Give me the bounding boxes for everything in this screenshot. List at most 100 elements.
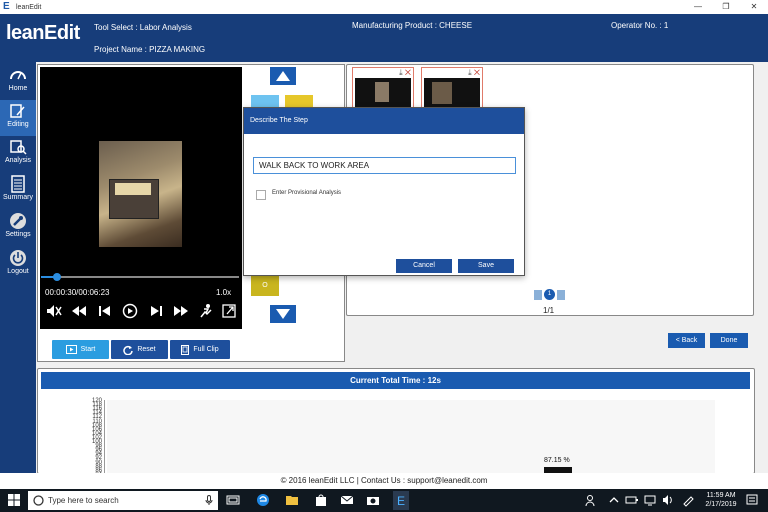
store-icon[interactable] bbox=[314, 493, 328, 507]
seek-bar-handle[interactable] bbox=[52, 273, 61, 281]
sidebar-item-label: Editing bbox=[7, 121, 29, 128]
next-page-button[interactable] bbox=[557, 289, 565, 300]
skip-back-icon[interactable] bbox=[96, 303, 114, 319]
clip-thumbnail-image bbox=[355, 78, 411, 108]
leanedit-taskbar-icon[interactable]: E bbox=[393, 491, 409, 510]
sidebar-item-analysis[interactable]: Analysis bbox=[0, 136, 36, 172]
footer: © 2016 leanEdit LLC | Contact Us : suppo… bbox=[0, 473, 768, 489]
clip-actions: ⤓ ✕ bbox=[468, 68, 480, 78]
current-total-time-header: Current Total Time : 12s bbox=[41, 372, 750, 389]
rewind-icon[interactable] bbox=[70, 303, 88, 319]
download-icon[interactable]: ⤓ bbox=[399, 68, 403, 77]
analysis-icon bbox=[10, 140, 27, 155]
video-time: 00:00:30/00:06:23 bbox=[45, 288, 110, 297]
category-o-button[interactable]: O bbox=[251, 276, 279, 296]
sidebar-item-home[interactable]: Home bbox=[0, 64, 36, 100]
done-button[interactable]: Done bbox=[710, 333, 748, 348]
clip-thumbnail-image bbox=[424, 78, 480, 108]
search-icon bbox=[33, 495, 44, 506]
product-label: Manufacturing Product : CHEESE bbox=[352, 21, 473, 30]
step-description-input[interactable]: WALK BACK TO WORK AREA bbox=[253, 157, 516, 174]
current-page[interactable]: 1 bbox=[544, 289, 555, 300]
cancel-button[interactable]: Cancel bbox=[396, 259, 452, 273]
chart-plot-area bbox=[107, 400, 715, 473]
provisional-analysis-checkbox[interactable] bbox=[256, 190, 266, 200]
speed-run-icon[interactable] bbox=[197, 303, 215, 319]
start-button[interactable]: Start bbox=[52, 340, 109, 359]
speedometer-icon bbox=[10, 71, 26, 80]
operator-label: Operator No. : 1 bbox=[611, 21, 669, 30]
file-explorer-icon[interactable] bbox=[285, 493, 299, 507]
sidebar-item-editing[interactable]: Editing bbox=[0, 100, 36, 136]
move-up-button[interactable] bbox=[270, 67, 296, 85]
page-indicator: 1/1 bbox=[543, 306, 555, 315]
taskbar: Type here to search E 11:59 AM 2/17/2019 bbox=[0, 489, 768, 512]
clip-actions: ⤓ ✕ bbox=[399, 68, 411, 78]
delete-icon[interactable]: ✕ bbox=[405, 68, 411, 77]
network-icon[interactable] bbox=[643, 493, 657, 507]
clock-date: 2/17/2019 bbox=[705, 501, 737, 508]
clip-icon bbox=[181, 344, 190, 355]
sidebar-item-label: Summary bbox=[3, 194, 33, 201]
clip-thumbnail[interactable]: ⤓ ✕ bbox=[421, 67, 483, 109]
seek-bar[interactable] bbox=[41, 273, 239, 281]
delete-icon[interactable]: ✕ bbox=[474, 68, 480, 77]
tool-select-label: Tool Select : Labor Analysis bbox=[94, 23, 192, 32]
sidebar-item-label: Logout bbox=[7, 268, 29, 275]
brand-logo-text: leanEdit bbox=[6, 22, 80, 44]
document-icon bbox=[11, 175, 25, 193]
sidebar-item-logout[interactable]: Logout bbox=[0, 247, 36, 283]
app-logo-icon: E bbox=[3, 1, 10, 12]
reset-button[interactable]: Reset bbox=[111, 340, 168, 359]
pen-icon[interactable] bbox=[681, 493, 695, 507]
battery-icon[interactable] bbox=[625, 493, 639, 507]
edge-browser-icon[interactable] bbox=[256, 493, 270, 507]
volume-icon[interactable] bbox=[661, 493, 675, 507]
reset-button-label: Reset bbox=[137, 346, 156, 353]
play-screen-icon bbox=[65, 345, 77, 354]
people-icon[interactable] bbox=[585, 493, 599, 507]
video-frame-pans bbox=[115, 183, 151, 195]
sidebar-item-settings[interactable]: Settings bbox=[0, 210, 36, 246]
minimize-button[interactable]: — bbox=[684, 0, 712, 14]
prev-page-button[interactable] bbox=[534, 289, 542, 300]
clock-time: 11:59 AM bbox=[706, 492, 736, 499]
refresh-icon bbox=[123, 345, 134, 355]
full-clip-button[interactable]: Full Clip bbox=[170, 340, 230, 359]
back-button[interactable]: < Back bbox=[668, 333, 705, 348]
save-button[interactable]: Save bbox=[458, 259, 514, 273]
fast-forward-icon[interactable] bbox=[172, 303, 190, 319]
start-button-label: Start bbox=[80, 346, 96, 353]
notifications-icon[interactable] bbox=[745, 493, 759, 507]
download-icon[interactable]: ⤓ bbox=[468, 68, 472, 77]
mail-icon[interactable] bbox=[340, 493, 354, 507]
taskbar-search-input[interactable]: Type here to search bbox=[28, 491, 218, 510]
close-window-button[interactable]: ✕ bbox=[740, 0, 768, 14]
video-speed[interactable]: 1.0x bbox=[216, 288, 231, 297]
camera-icon[interactable] bbox=[366, 493, 380, 507]
move-down-button[interactable] bbox=[270, 305, 296, 323]
window-titlebar: E leanEdit — ❐ ✕ bbox=[0, 0, 768, 14]
project-name-label: Project Name : PIZZA MAKING bbox=[94, 45, 206, 54]
app-header: leanEdit Tool Select : Labor Analysis Pr… bbox=[0, 14, 768, 62]
window-title: leanEdit bbox=[16, 3, 42, 11]
play-icon[interactable] bbox=[121, 303, 139, 319]
clip-pager: 1 bbox=[534, 289, 565, 300]
sidebar-item-summary[interactable]: Summary bbox=[0, 173, 36, 209]
taskbar-search-placeholder: Type here to search bbox=[48, 496, 119, 505]
chart-y-axis bbox=[104, 400, 105, 473]
mute-icon[interactable] bbox=[45, 303, 63, 319]
windows-start-icon[interactable] bbox=[8, 494, 20, 506]
maximize-button[interactable]: ❐ bbox=[712, 0, 740, 14]
edit-icon bbox=[10, 104, 25, 118]
microphone-icon[interactable] bbox=[205, 495, 213, 506]
taskbar-clock[interactable]: 11:59 AM 2/17/2019 bbox=[704, 491, 738, 509]
full-clip-button-label: Full Clip bbox=[193, 346, 219, 353]
sidebar-item-label: Home bbox=[8, 85, 28, 92]
clip-thumbnail[interactable]: ⤓ ✕ bbox=[352, 67, 414, 109]
task-view-icon[interactable] bbox=[226, 493, 240, 507]
brand-logo: leanEdit bbox=[6, 22, 86, 56]
skip-forward-icon[interactable] bbox=[147, 303, 165, 319]
chevron-up-icon[interactable] bbox=[607, 493, 621, 507]
expand-icon[interactable] bbox=[220, 303, 238, 319]
